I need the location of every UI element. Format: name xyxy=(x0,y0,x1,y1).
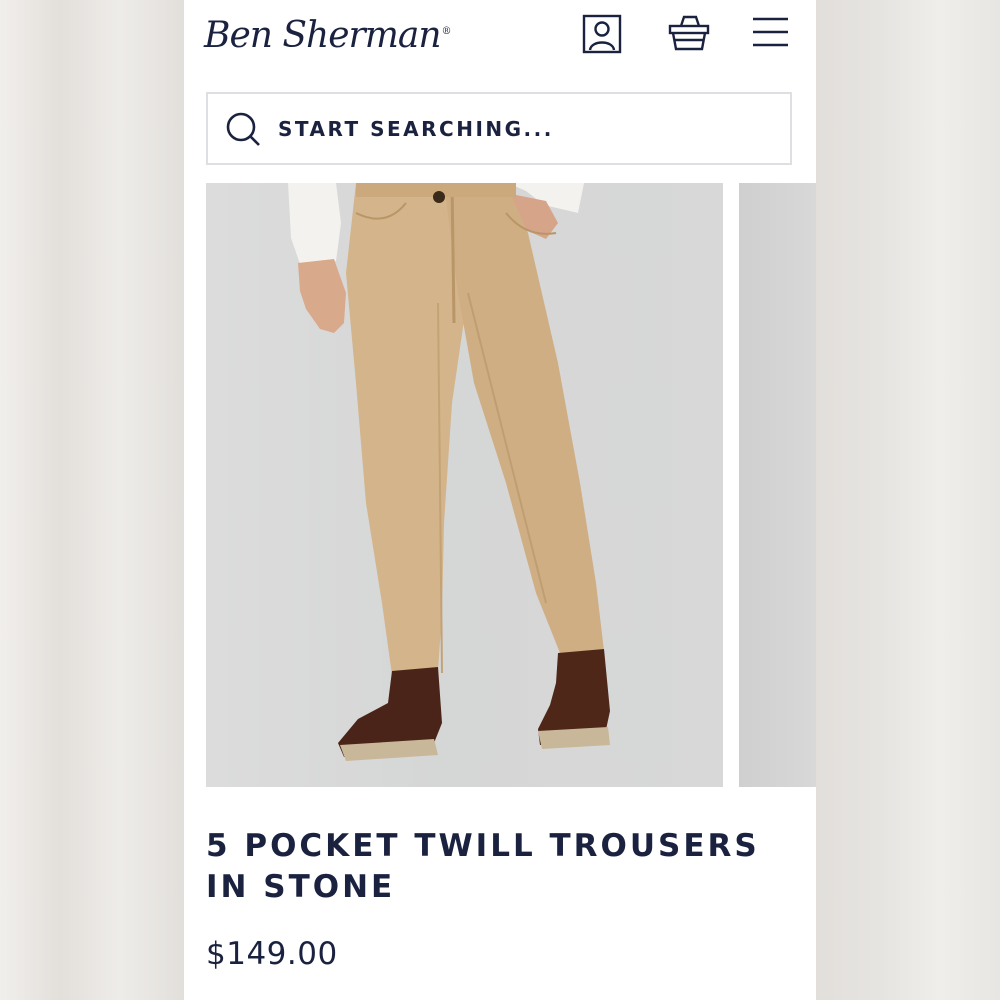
brand-logo[interactable]: Ben Sherman® xyxy=(204,8,452,60)
product-price: $149.00 xyxy=(206,936,338,972)
search-icon[interactable] xyxy=(224,110,264,150)
basket-button[interactable] xyxy=(668,12,712,54)
product-image[interactable] xyxy=(206,183,723,787)
menu-icon xyxy=(753,17,788,47)
basket-icon xyxy=(668,15,710,51)
product-photo xyxy=(288,183,610,761)
registered-mark: ® xyxy=(441,26,452,37)
product-title: 5 POCKET TWILL TROUSERS IN STONE xyxy=(206,828,760,905)
next-product-image-peek[interactable] xyxy=(739,183,816,787)
account-button[interactable] xyxy=(582,14,624,56)
product-image-carousel[interactable] xyxy=(206,183,816,787)
menu-button[interactable] xyxy=(750,14,792,50)
mobile-page: Ben Sherman® START SEARCHING... 5 POCKET… xyxy=(184,0,816,1000)
site-header: Ben Sherman® xyxy=(184,0,816,80)
search-input[interactable] xyxy=(278,94,778,163)
search-bar[interactable] xyxy=(206,92,792,165)
brand-name: Ben Sherman xyxy=(204,15,442,56)
account-icon xyxy=(582,14,622,54)
